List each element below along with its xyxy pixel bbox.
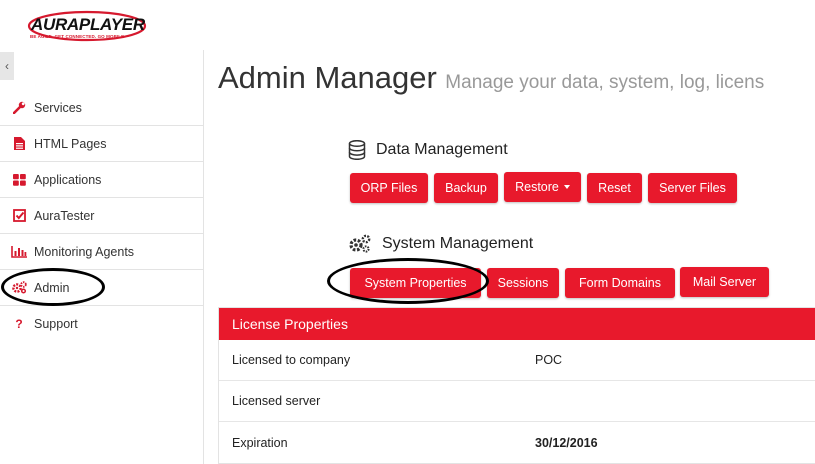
- license-row: Expiration 30/12/2016: [219, 422, 815, 463]
- sidebar: ‹ Services HTML Pages Applications AuraT…: [0, 50, 204, 464]
- property-key: Licensed to company: [232, 353, 351, 367]
- mail-server-button[interactable]: Mail Server: [680, 267, 769, 297]
- logo-tagline: BE AGILE. GET CONNECTED. GO MOBILE: [30, 34, 125, 39]
- property-key: Expiration: [232, 435, 288, 450]
- sidebar-item-label: HTML Pages: [34, 136, 107, 151]
- gears-icon: [348, 234, 372, 254]
- page-title-main: Admin Manager: [218, 60, 437, 95]
- system-properties-button[interactable]: System Properties: [350, 268, 481, 298]
- property-key: Licensed server: [232, 394, 321, 408]
- sessions-button[interactable]: Sessions: [487, 268, 559, 298]
- page-title: Admin Manager Manage your data, system, …: [218, 60, 764, 96]
- panel-heading: License Properties: [219, 308, 815, 340]
- caret-down-icon: [563, 185, 570, 189]
- backup-button[interactable]: Backup: [434, 173, 498, 203]
- sidebar-menu: Services HTML Pages Applications AuraTes…: [0, 90, 204, 342]
- page-subtitle: Manage your data, system, log, licens: [445, 72, 765, 93]
- sidebar-item-html-pages[interactable]: HTML Pages: [0, 126, 204, 162]
- grid-icon: [11, 173, 27, 187]
- data-management-heading: Data Management: [348, 140, 508, 160]
- wrench-icon: [11, 101, 27, 115]
- license-row: Licensed server: [219, 381, 815, 422]
- checkbox-icon: [11, 209, 27, 223]
- form-domains-button[interactable]: Form Domains: [565, 268, 675, 298]
- logo-wordmark: AURAPLAYER: [31, 15, 145, 34]
- bar-chart-icon: [11, 245, 27, 259]
- restore-dropdown-button[interactable]: Restore: [504, 172, 581, 202]
- license-row: Licensed to company POC: [219, 340, 815, 381]
- system-management-heading: System Management: [348, 234, 533, 254]
- sidebar-item-monitoring-agents[interactable]: Monitoring Agents: [0, 234, 204, 270]
- sidebar-item-support[interactable]: ? Support: [0, 306, 204, 342]
- sidebar-item-label: Monitoring Agents: [34, 244, 135, 259]
- restore-label: Restore: [515, 180, 559, 194]
- gears-icon: [11, 281, 27, 295]
- section-title: Data Management: [376, 141, 508, 158]
- server-files-button[interactable]: Server Files: [648, 173, 737, 203]
- sidebar-item-admin[interactable]: Admin: [0, 270, 204, 306]
- sidebar-item-label: AuraTester: [34, 208, 95, 223]
- property-value: POC: [535, 353, 563, 367]
- sidebar-item-label: Applications: [34, 172, 102, 187]
- file-icon: [11, 137, 27, 151]
- section-title: System Management: [382, 235, 534, 252]
- sidebar-item-applications[interactable]: Applications: [0, 162, 204, 198]
- sidebar-item-label: Admin: [34, 280, 70, 295]
- property-value: 30/12/2016: [535, 435, 598, 450]
- auraplayer-logo[interactable]: AURAPLAYER BE AGILE. GET CONNECTED. GO M…: [25, 10, 150, 44]
- database-icon: [348, 140, 366, 160]
- sidebar-item-label: Services: [34, 100, 82, 115]
- sidebar-item-services[interactable]: Services: [0, 90, 204, 126]
- sidebar-item-auratester[interactable]: AuraTester: [0, 198, 204, 234]
- sidebar-item-label: Support: [34, 317, 78, 331]
- sidebar-collapse-button[interactable]: ‹: [0, 52, 14, 80]
- license-properties-panel: License Properties Licensed to company P…: [218, 307, 815, 464]
- orp-files-button[interactable]: ORP Files: [350, 173, 428, 203]
- reset-button[interactable]: Reset: [587, 173, 642, 203]
- question-icon: ?: [15, 317, 23, 331]
